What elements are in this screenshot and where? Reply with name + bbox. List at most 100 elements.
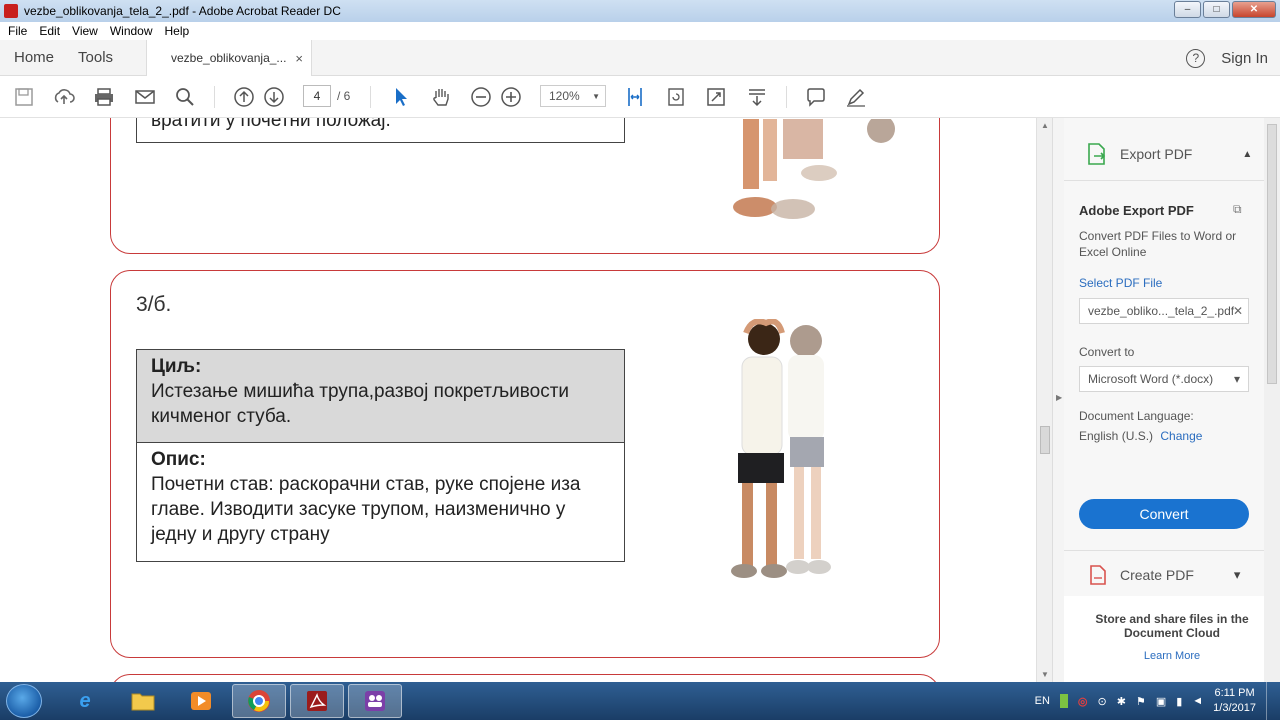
window-controls: ‒ □ ✕	[1174, 1, 1276, 18]
comment-icon[interactable]	[804, 85, 828, 109]
page-total: / 6	[337, 89, 351, 103]
sign-icon[interactable]	[844, 85, 868, 109]
clock-date: 1/3/2017	[1213, 702, 1256, 714]
zoom-in-icon[interactable]	[499, 85, 523, 109]
menu-window[interactable]: Window	[110, 24, 153, 38]
page-down-icon[interactable]	[262, 85, 286, 109]
tabbar-right: ? Sign In	[1186, 40, 1268, 76]
search-icon[interactable]	[173, 85, 197, 109]
menu-view[interactable]: View	[72, 24, 98, 38]
panel-scrollbar-thumb[interactable]	[1267, 124, 1277, 384]
menu-file[interactable]: File	[8, 24, 27, 38]
tab-tools[interactable]: Tools	[78, 49, 113, 66]
volume-icon[interactable]: ◄	[1192, 695, 1203, 707]
clock-time: 6:11 PM	[1214, 687, 1255, 699]
scroll-down-icon[interactable]: ▼	[1041, 670, 1049, 679]
minimize-button[interactable]: ‒	[1174, 1, 1201, 18]
toolbar-separator	[214, 86, 215, 108]
flag-icon[interactable]: ⚑	[1136, 695, 1146, 708]
previous-description-text: провући руке што више кроз ноге, а затим…	[151, 118, 391, 131]
close-window-button[interactable]: ✕	[1232, 1, 1276, 18]
sign-in-link[interactable]: Sign In	[1221, 50, 1268, 67]
close-tab-icon[interactable]: ×	[295, 51, 303, 66]
zoom-value: 120%	[549, 89, 580, 103]
exercise-figure-child	[731, 319, 831, 578]
menu-help[interactable]: Help	[165, 24, 190, 38]
scroll-up-icon[interactable]: ▲	[1041, 121, 1049, 130]
export-description: Convert PDF Files to Word or Excel Onlin…	[1079, 229, 1237, 259]
adobe-export-section: Adobe Export PDF ⧉	[1079, 202, 1279, 220]
show-desktop-button[interactable]	[1266, 682, 1276, 720]
zoom-out-icon[interactable]	[469, 85, 493, 109]
tab-home[interactable]: Home	[14, 49, 54, 66]
panel-scrollbar[interactable]	[1264, 118, 1280, 682]
create-pdf-header[interactable]: Create PDF ▾	[1088, 564, 1280, 586]
start-button[interactable]	[6, 684, 42, 718]
document-language-row: English (U.S.) Change	[1079, 428, 1279, 444]
full-screen-icon[interactable]	[704, 85, 728, 109]
network-icon[interactable]: ▮	[1176, 695, 1182, 708]
create-pdf-icon	[1090, 565, 1106, 585]
copy-icon[interactable]: ⧉	[1233, 202, 1242, 217]
convert-to-label: Convert to	[1079, 345, 1135, 359]
adobe-export-title: Adobe Export PDF	[1079, 203, 1194, 218]
store-share-text: Store and share files in the Document Cl…	[1095, 612, 1249, 640]
selected-file-field[interactable]: vezbe_obliko..._tela_2_.pdf ✕	[1079, 298, 1249, 324]
menu-bar: File Edit View Window Help	[0, 22, 1280, 40]
toolbar-separator	[370, 86, 371, 108]
upload-icon[interactable]	[52, 85, 76, 109]
export-pdf-header[interactable]: Export PDF ▲	[1086, 142, 1280, 166]
teams-icon[interactable]	[348, 684, 402, 718]
document-scrollbar[interactable]: ▲ ▼	[1036, 118, 1052, 682]
change-language-link[interactable]: Change	[1160, 429, 1202, 443]
panel-divider	[1064, 550, 1264, 551]
hand-icon[interactable]	[429, 85, 453, 109]
create-pdf-title: Create PDF	[1120, 567, 1194, 583]
menu-edit[interactable]: Edit	[39, 24, 60, 38]
fit-width-icon[interactable]	[623, 85, 647, 109]
chrome-icon[interactable]	[232, 684, 286, 718]
chevron-right-icon: ▶	[1056, 393, 1063, 402]
language-indicator[interactable]: EN	[1035, 695, 1050, 707]
ie-icon[interactable]: e	[58, 684, 112, 718]
page-number-input[interactable]: 4	[303, 85, 331, 107]
goal-box: Циљ: Истезање мишића трупа,развој покрет…	[136, 349, 625, 443]
selected-file-name: vezbe_obliko..._tela_2_.pdf	[1088, 304, 1235, 318]
battery-icon[interactable]	[1059, 694, 1068, 708]
print-icon[interactable]	[92, 85, 116, 109]
page-up-icon[interactable]	[232, 85, 256, 109]
scrollbar-thumb[interactable]	[1040, 426, 1050, 454]
zoom-select[interactable]: 120% ▼	[540, 85, 606, 107]
clock[interactable]: 6:11 PM 1/3/2017	[1213, 686, 1256, 716]
rotate-icon[interactable]	[664, 85, 688, 109]
acrobat-tray-icon[interactable]: ◎	[1078, 695, 1088, 708]
acrobat-icon[interactable]	[290, 684, 344, 718]
explorer-icon[interactable]	[116, 684, 170, 718]
chevron-down-icon: ▾	[1233, 567, 1241, 582]
document-area[interactable]: провући руке што више кроз ноге, а затим…	[0, 118, 1036, 682]
convert-format-select[interactable]: Microsoft Word (*.docx) ▾	[1079, 366, 1249, 392]
update-icon[interactable]: ⊙	[1098, 695, 1107, 708]
clear-file-icon[interactable]: ✕	[1233, 304, 1243, 318]
media-player-icon[interactable]	[174, 684, 228, 718]
document-cloud-promo: Store and share files in the Document Cl…	[1064, 596, 1280, 682]
bluetooth-icon[interactable]: ✱	[1117, 695, 1126, 708]
help-icon[interactable]: ?	[1186, 48, 1206, 68]
select-cursor-icon[interactable]	[389, 85, 413, 109]
mail-icon[interactable]	[133, 85, 157, 109]
exercise-number: 3/б.	[136, 293, 172, 316]
chevron-up-icon: ▲	[1242, 148, 1253, 160]
tab-document[interactable]: vezbe_oblikovanja_... ×	[146, 40, 312, 76]
window-title: vezbe_oblikovanja_tela_2_.pdf - Adobe Ac…	[24, 4, 341, 18]
right-panel-toggle[interactable]: ▶	[1052, 118, 1064, 682]
select-pdf-label: Select PDF File	[1079, 276, 1163, 290]
device-icon[interactable]: ▣	[1156, 695, 1166, 708]
save-icon[interactable]	[12, 85, 36, 109]
read-mode-icon[interactable]	[745, 85, 769, 109]
maximize-button[interactable]: □	[1203, 1, 1230, 18]
convert-button[interactable]: Convert	[1079, 499, 1249, 529]
chevron-down-icon: ▾	[1233, 372, 1240, 386]
taskbar: e EN ◎ ⊙ ✱ ⚑ ▣ ▮ ◄ 6:11 PM 1/3/2017	[0, 682, 1280, 720]
document-tab-label: vezbe_oblikovanja_...	[171, 51, 287, 65]
learn-more-link[interactable]: Learn More	[1084, 650, 1260, 662]
